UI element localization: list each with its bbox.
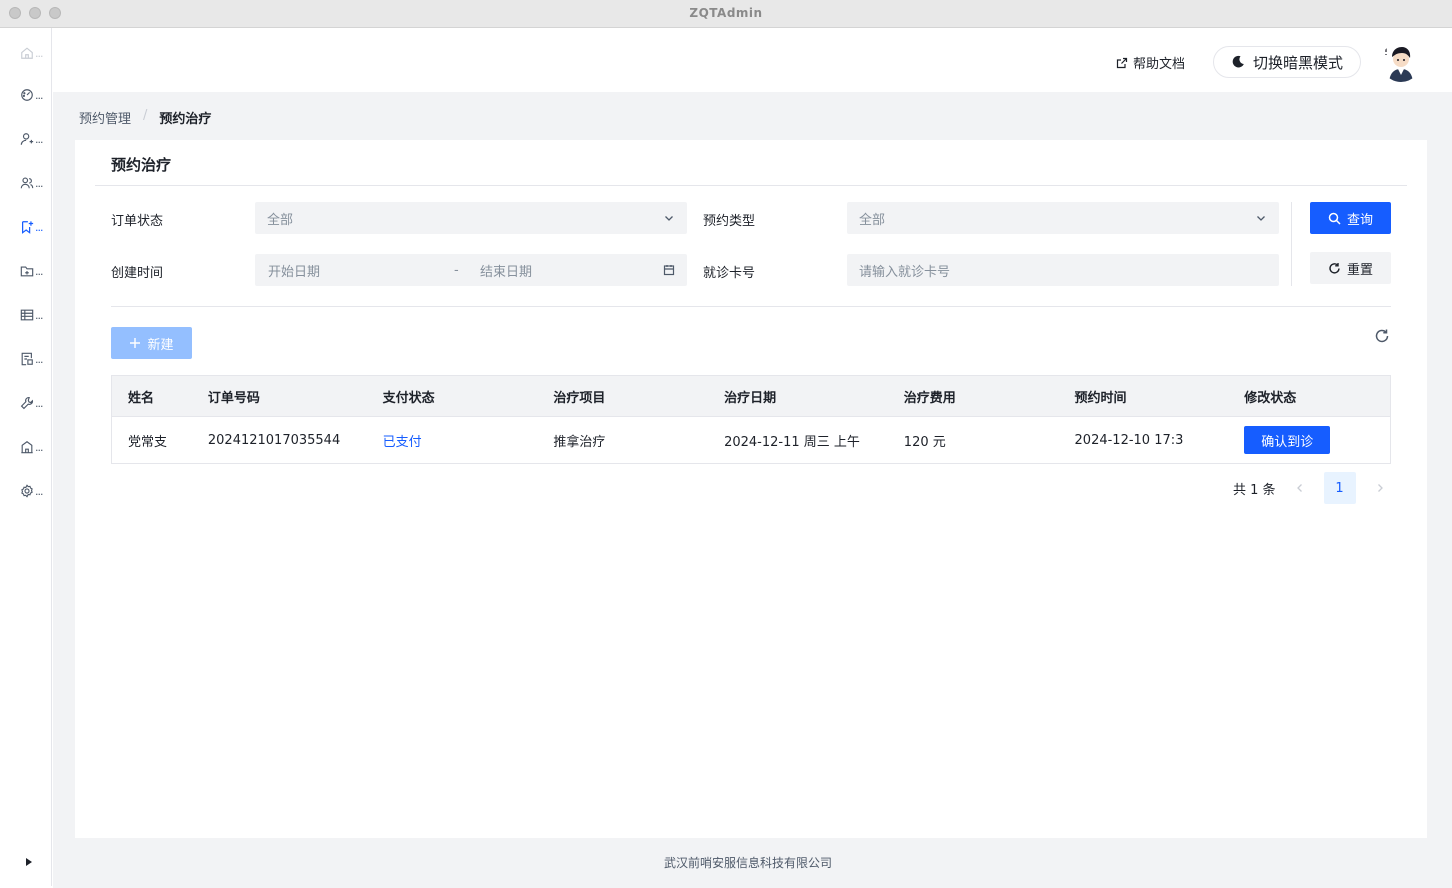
column-header: 治疗项目 — [553, 390, 606, 406]
order-number: 2024121017035544 — [207, 432, 341, 448]
sidebar-item-folder-add[interactable]: ... — [20, 262, 50, 280]
search-icon — [1328, 212, 1341, 225]
column-header: 姓名 — [128, 390, 155, 406]
date-range-separator: - — [454, 262, 459, 278]
title-divider — [95, 185, 1407, 186]
table-header: 姓名 订单号码 支付状态 治疗项目 治疗日期 治疗费用 预约时间 修改状态 — [112, 376, 1390, 417]
breadcrumb-parent[interactable]: 预约管理 — [79, 108, 131, 127]
patient-name: 党常支 — [128, 434, 168, 450]
order-status-value: 全部 — [267, 212, 294, 228]
tool-icon — [20, 397, 33, 410]
footer-company: 武汉前哨安服信息科技有限公司 — [664, 856, 833, 870]
appointment-type-value: 全部 — [859, 212, 886, 228]
breadcrumb-current: 预约治疗 — [159, 112, 212, 127]
pagination: 共 1 条 1 — [1233, 472, 1396, 504]
column-header: 治疗费用 — [903, 390, 956, 406]
form-divider — [111, 306, 1391, 307]
column-header: 预约时间 — [1074, 390, 1127, 406]
reset-button[interactable]: 重置 — [1310, 252, 1391, 284]
new-label: 新建 — [147, 337, 174, 353]
query-button[interactable]: 查询 — [1310, 202, 1391, 234]
booked-time: 2024-12-10 17:3 — [1074, 432, 1184, 448]
reset-label: 重置 — [1346, 262, 1373, 278]
form-icon — [21, 352, 33, 366]
column-header: 订单号码 — [207, 390, 260, 406]
order-status-select[interactable]: 全部 — [255, 202, 687, 234]
sidebar-item-form[interactable]: ... — [20, 350, 50, 368]
chevron-right-icon — [1377, 484, 1383, 492]
chevron-down-icon — [1257, 216, 1265, 221]
sidebar-item-dashboard[interactable]: ... — [20, 86, 50, 104]
next-page-button[interactable] — [1364, 472, 1396, 504]
appointment-type-select[interactable]: 全部 — [847, 202, 1279, 234]
users-icon — [20, 177, 34, 189]
card-number-label: 就诊卡号 — [703, 266, 756, 281]
folder-add-icon — [20, 266, 34, 277]
card-number-input[interactable]: 请输入就诊卡号 — [847, 254, 1279, 286]
column-header: 支付状态 — [382, 390, 435, 406]
breadcrumb: 预约管理 / 预约治疗 — [79, 108, 211, 127]
breadcrumb-separator: / — [143, 108, 148, 123]
dark-mode-label: 切换暗黑模式 — [1252, 53, 1343, 72]
order-status-label: 订单状态 — [111, 214, 164, 229]
created-time-label: 创建时间 — [111, 266, 164, 281]
external-link-icon — [1116, 57, 1128, 68]
treatment-fee: 120 元 — [903, 434, 946, 450]
new-button[interactable]: 新建 — [111, 327, 192, 359]
table-icon — [20, 309, 34, 321]
window-titlebar: ZQTAdmin — [0, 0, 1452, 28]
user-avatar[interactable] — [1381, 42, 1421, 82]
home-icon — [21, 47, 33, 59]
appointment-type-label: 预约类型 — [703, 214, 756, 229]
help-docs-link[interactable]: 帮助文档 — [1116, 53, 1185, 72]
treatment-project: 推拿治疗 — [553, 434, 606, 450]
sidebar-item-tools[interactable]: ... — [20, 394, 50, 412]
sidebar-item-settings[interactable]: ... — [20, 482, 50, 500]
plus-icon — [130, 338, 141, 348]
sidebar-item-user-add[interactable]: ... — [20, 130, 50, 148]
chevron-down-icon — [665, 216, 673, 221]
action-cell: 确认到诊 — [1228, 426, 1390, 454]
date-range-picker[interactable]: 开始日期 - 结束日期 — [255, 254, 687, 286]
payment-status: 已支付 — [382, 434, 422, 450]
avatar-image — [1381, 42, 1421, 82]
treatment-date: 2024-12-11 周三 上午 — [724, 434, 860, 450]
refresh-icon[interactable] — [1374, 328, 1390, 344]
sidebar-item-home[interactable]: ... — [20, 44, 50, 62]
column-header: 治疗日期 — [724, 390, 777, 406]
building-icon — [21, 441, 33, 454]
main-card: 预约治疗 订单状态 全部 预约类型 全部 创建时间 开始日期 - 结束日期 就诊… — [75, 140, 1427, 838]
top-header: 帮助文档 切换暗黑模式 — [53, 28, 1452, 92]
help-docs-label: 帮助文档 — [1133, 57, 1186, 72]
page-title: 预约治疗 — [111, 156, 172, 174]
appointments-table: 姓名 订单号码 支付状态 治疗项目 治疗日期 治疗费用 预约时间 修改状态 党常… — [111, 375, 1391, 464]
card-number-placeholder: 请输入就诊卡号 — [859, 264, 951, 280]
prev-page-button[interactable] — [1284, 472, 1316, 504]
calendar-icon — [663, 265, 675, 276]
reset-icon — [1329, 262, 1340, 274]
sidebar-item-table[interactable]: ... — [20, 306, 50, 324]
sidebar-expand-icon[interactable] — [24, 857, 34, 867]
pagination-total: 共 1 条 — [1233, 482, 1276, 498]
sidebar-item-users[interactable]: ... — [20, 174, 50, 192]
sidebar-item-appointments[interactable]: ... — [20, 218, 50, 236]
window-title: ZQTAdmin — [689, 6, 763, 20]
table-row: 党常支 2024121017035544 已支付 推拿治疗 2024-12-11… — [112, 417, 1390, 463]
bookmark-add-icon — [22, 221, 34, 234]
dark-mode-toggle-button[interactable]: 切换暗黑模式 — [1213, 46, 1361, 78]
query-label: 查询 — [1346, 212, 1373, 228]
column-header: 修改状态 — [1244, 390, 1297, 406]
filter-vertical-divider — [1291, 202, 1292, 286]
settings-icon — [21, 484, 33, 498]
sidebar: ... ... ... ... ... ... ... ... ... ... … — [2, 28, 52, 886]
confirm-visit-button[interactable]: 确认到诊 — [1244, 426, 1331, 454]
page-number-current[interactable]: 1 — [1323, 472, 1356, 504]
sidebar-item-building[interactable]: ... — [20, 438, 50, 456]
dashboard-icon — [21, 89, 33, 101]
chevron-left-icon — [1296, 484, 1302, 492]
end-date-input[interactable]: 结束日期 — [480, 261, 532, 280]
moon-icon — [1232, 55, 1244, 68]
start-date-input[interactable]: 开始日期 — [268, 261, 320, 280]
user-add-icon — [20, 133, 34, 145]
